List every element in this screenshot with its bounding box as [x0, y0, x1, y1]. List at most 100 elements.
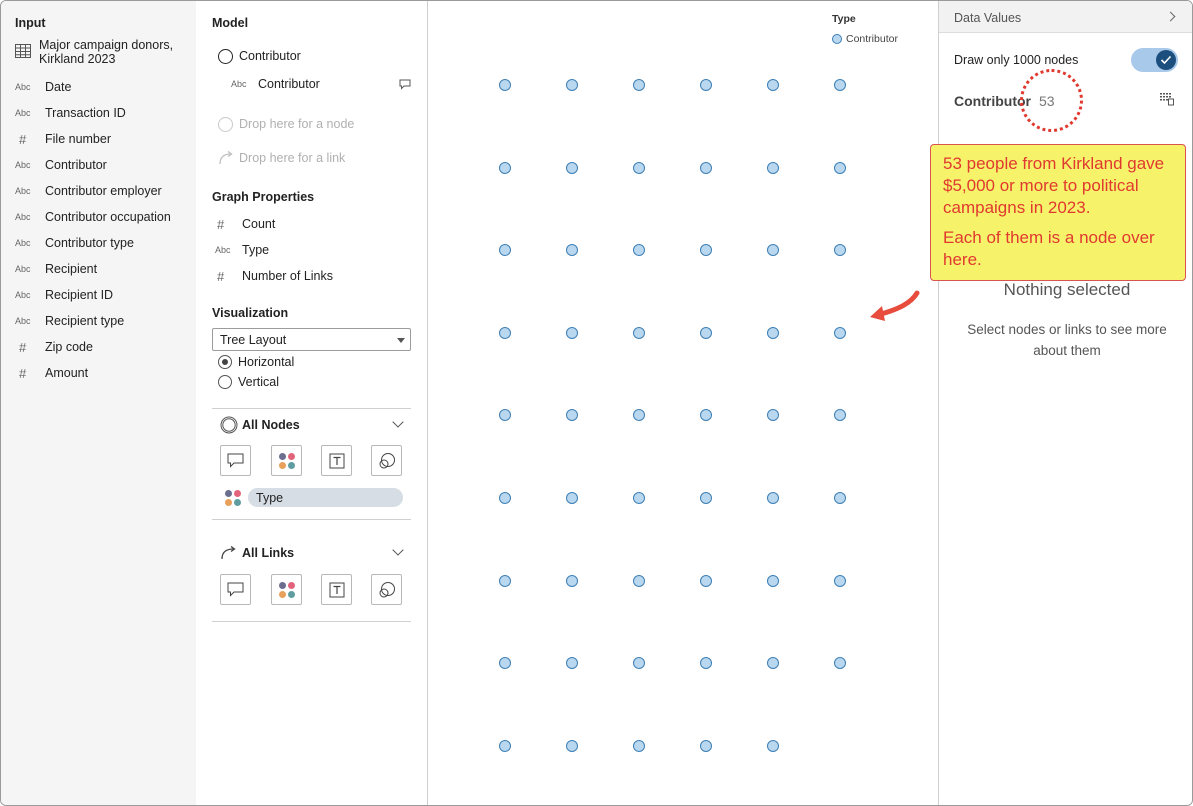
graph-node[interactable] [499, 409, 511, 422]
field-item[interactable]: # File number [15, 130, 111, 148]
field-item[interactable]: Abc Contributor type [15, 234, 134, 252]
graph-node[interactable] [633, 739, 645, 752]
graph-node[interactable] [834, 492, 846, 504]
graph-node[interactable] [566, 409, 578, 422]
graph-node[interactable] [499, 739, 511, 752]
graph-node[interactable] [566, 492, 578, 504]
graph-node[interactable] [566, 739, 578, 752]
graph-node[interactable] [633, 492, 645, 504]
graph-node[interactable] [834, 574, 846, 587]
graph-node[interactable] [700, 244, 712, 257]
draw-limit-toggle[interactable] [1131, 48, 1178, 72]
abc-type-icon: Abc [15, 290, 31, 300]
legend-item-contributor[interactable]: Contributor [832, 33, 898, 45]
layout-select[interactable]: Tree Layout [212, 328, 411, 351]
chevron-right-icon[interactable] [1165, 11, 1176, 22]
field-item[interactable]: Abc Recipient type [15, 312, 124, 330]
field-item[interactable]: # Amount [15, 364, 88, 382]
field-item[interactable]: Abc Contributor [15, 156, 107, 174]
all-links-header[interactable]: All Links [220, 543, 411, 563]
graph-property-item[interactable]: # Number of Links [215, 266, 333, 286]
graph-node[interactable] [566, 657, 578, 670]
link-color-button[interactable] [271, 574, 302, 605]
collapse-chevron-icon[interactable] [392, 416, 404, 428]
drop-node-target[interactable]: Drop here for a node [218, 114, 354, 134]
graph-node[interactable] [834, 79, 846, 91]
color-field-pill[interactable]: Type [248, 488, 403, 507]
graph-property-item[interactable]: Abc Type [215, 240, 269, 260]
graph-node[interactable] [767, 492, 779, 504]
graph-node[interactable] [767, 326, 779, 339]
data-table-icon[interactable] [1160, 92, 1174, 106]
graph-node[interactable] [767, 244, 779, 257]
graph-canvas[interactable]: Type Contributor [428, 1, 938, 805]
link-tooltip-button[interactable] [220, 574, 251, 605]
graph-node[interactable] [566, 574, 578, 587]
node-type-contributor[interactable]: Contributor [218, 46, 301, 66]
graph-node[interactable] [499, 657, 511, 670]
field-item[interactable]: Abc Contributor employer [15, 182, 162, 200]
radio-vertical[interactable]: Vertical [218, 372, 279, 392]
empty-node-icon [218, 116, 233, 132]
node-label-button[interactable] [321, 445, 352, 476]
collapse-chevron-icon[interactable] [392, 544, 404, 556]
node-color-button[interactable] [271, 445, 302, 476]
graph-node[interactable] [767, 574, 779, 587]
graph-node[interactable] [700, 409, 712, 422]
graph-property-item[interactable]: # Count [215, 214, 275, 234]
graph-node[interactable] [566, 79, 578, 91]
link-size-button[interactable] [371, 574, 402, 605]
field-item[interactable]: Abc Date [15, 78, 71, 96]
graph-node[interactable] [499, 492, 511, 504]
radio-vertical-label: Vertical [238, 375, 279, 389]
graph-node[interactable] [767, 409, 779, 422]
field-item[interactable]: Abc Contributor occupation [15, 208, 171, 226]
graph-node[interactable] [633, 161, 645, 174]
graph-node[interactable] [566, 244, 578, 257]
graph-node[interactable] [499, 574, 511, 587]
graph-node[interactable] [633, 409, 645, 422]
radio-unchecked-icon [218, 375, 232, 389]
graph-node[interactable] [499, 326, 511, 339]
graph-node[interactable] [633, 244, 645, 257]
graph-node[interactable] [700, 739, 712, 752]
node-size-button[interactable] [371, 445, 402, 476]
graph-node[interactable] [834, 326, 846, 339]
graph-node[interactable] [700, 79, 712, 91]
graph-node[interactable] [700, 492, 712, 504]
graph-node[interactable] [566, 161, 578, 174]
field-item[interactable]: # Zip code [15, 338, 93, 356]
graph-node[interactable] [700, 161, 712, 174]
graph-node[interactable] [566, 326, 578, 339]
radio-horizontal[interactable]: Horizontal [218, 352, 294, 372]
graph-node[interactable] [767, 739, 779, 752]
graph-node[interactable] [633, 326, 645, 339]
graph-node[interactable] [700, 574, 712, 587]
drop-link-target[interactable]: Drop here for a link [218, 148, 345, 168]
graph-node[interactable] [633, 79, 645, 91]
all-nodes-header[interactable]: All Nodes [220, 415, 411, 435]
field-item[interactable]: Abc Transaction ID [15, 104, 126, 122]
graph-node[interactable] [499, 161, 511, 174]
graph-node[interactable] [834, 409, 846, 422]
graph-node[interactable] [700, 657, 712, 670]
graph-node[interactable] [767, 657, 779, 670]
graph-node[interactable] [499, 79, 511, 91]
field-item[interactable]: Abc Recipient ID [15, 286, 113, 304]
tooltip-icon[interactable] [399, 79, 411, 90]
link-label-button[interactable] [321, 574, 352, 605]
graph-node[interactable] [767, 161, 779, 174]
graph-node[interactable] [834, 244, 846, 257]
graph-node[interactable] [700, 326, 712, 339]
data-values-header[interactable]: Data Values [939, 1, 1192, 33]
node-tooltip-button[interactable] [220, 445, 251, 476]
graph-node[interactable] [767, 79, 779, 91]
data-source[interactable]: Major campaign donors, Kirkland 2023 [15, 38, 190, 66]
node-field-contributor[interactable]: Abc Contributor [231, 74, 411, 94]
graph-node[interactable] [633, 657, 645, 670]
field-item[interactable]: Abc Recipient [15, 260, 97, 278]
graph-node[interactable] [499, 244, 511, 257]
graph-node[interactable] [633, 574, 645, 587]
graph-node[interactable] [834, 657, 846, 670]
graph-node[interactable] [834, 161, 846, 174]
